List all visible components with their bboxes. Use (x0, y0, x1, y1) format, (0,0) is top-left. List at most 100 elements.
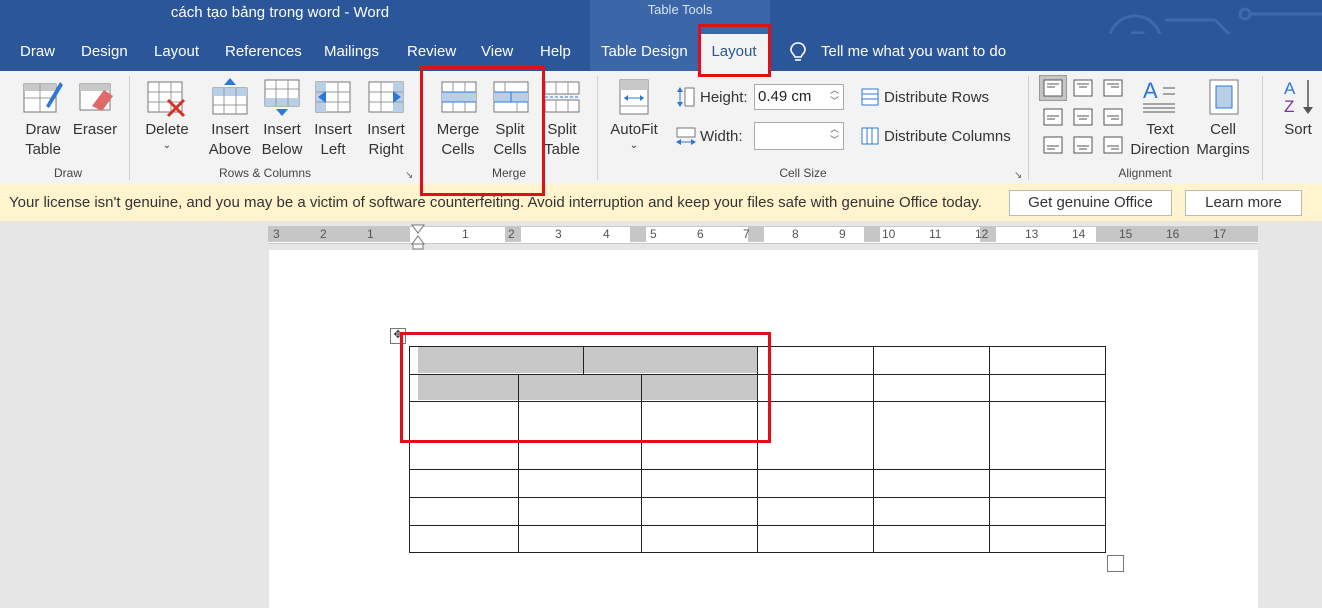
insert-right-button[interactable]: Insert Right (359, 120, 413, 160)
ruler-column-marker (748, 227, 764, 242)
svg-text:A: A (1143, 78, 1158, 103)
ruler-number: 2 (320, 227, 327, 241)
autofit-button[interactable]: AutoFit ⌄ (606, 120, 662, 152)
tab-help[interactable]: Help (540, 43, 571, 60)
tab-view[interactable]: View (481, 43, 513, 60)
separator (1262, 76, 1263, 180)
height-input[interactable]: 0.49 cm ︿ ﹀ (754, 84, 844, 110)
column-width-icon (676, 127, 696, 145)
insert-right-line2: Right (368, 141, 404, 158)
text-direction-line2: Direction (1130, 141, 1190, 158)
insert-below-button[interactable]: Insert Below (255, 120, 309, 160)
table-resize-handle[interactable] (1107, 555, 1124, 572)
insert-right-icon (368, 81, 404, 113)
ruler-number: 6 (697, 227, 704, 241)
tell-me-search[interactable]: Tell me what you want to do (821, 43, 1006, 60)
group-cell-size-label: Cell Size (779, 166, 827, 180)
highlight-merge-group (420, 66, 545, 196)
distribute-rows-button[interactable]: Distribute Rows (884, 88, 989, 108)
indent-marker-icon[interactable] (411, 224, 425, 250)
text-direction-line1: Text (1146, 121, 1174, 138)
eraser-icon (79, 83, 113, 111)
ruler-number: 3 (273, 227, 280, 241)
learn-more-button[interactable]: Learn more (1185, 190, 1302, 216)
ruler-number: 5 (650, 227, 657, 241)
tab-layout[interactable]: Layout (154, 43, 199, 60)
ruler-number: 13 (1025, 227, 1039, 241)
separator (129, 76, 130, 180)
dialog-launcher-icon[interactable]: ↘ (1014, 170, 1022, 181)
autofit-label: AutoFit (610, 121, 658, 138)
delete-button[interactable]: Delete ⌄ (140, 120, 194, 152)
insert-left-icon (315, 81, 351, 113)
text-direction-button[interactable]: Text Direction (1128, 120, 1192, 160)
ruler-number: 11 (929, 227, 942, 241)
width-input[interactable]: ︿ ﹀ (754, 122, 844, 150)
insert-left-line2: Left (320, 141, 346, 158)
ruler-number: 7 (743, 227, 750, 241)
insert-below-line2: Below (261, 141, 303, 158)
table-column-border (989, 346, 990, 553)
ruler-number: 8 (792, 227, 799, 241)
tab-mailings[interactable]: Mailings (324, 43, 379, 60)
insert-above-line1: Insert (211, 121, 249, 138)
delete-label: Delete (145, 121, 189, 138)
group-draw-label: Draw (53, 166, 82, 180)
split-table-icon (544, 81, 580, 113)
cell-margins-button[interactable]: Cell Margins (1194, 120, 1252, 160)
ruler-number: 12 (975, 227, 989, 241)
ruler-number: 1 (367, 227, 374, 241)
autofit-icon (619, 79, 649, 115)
height-spinner-icon[interactable]: ︿ ﹀ (830, 85, 839, 107)
ruler-margin-left (268, 227, 410, 242)
cell-margins-line2: Margins (1196, 141, 1250, 158)
height-value: 0.49 cm (758, 88, 812, 105)
width-spinner-icon[interactable]: ︿ ﹀ (830, 124, 839, 146)
dialog-launcher-icon[interactable]: ↘ (405, 170, 413, 181)
text-direction-icon: A (1143, 78, 1175, 113)
highlight-selected-cells (400, 332, 771, 443)
lightbulb-icon (790, 42, 806, 61)
table-column-border (1105, 346, 1106, 553)
tab-review[interactable]: Review (407, 43, 456, 60)
tab-design[interactable]: Design (81, 43, 128, 60)
ruler-column-marker (630, 227, 646, 242)
insert-below-line1: Insert (263, 121, 301, 138)
insert-above-icon (212, 78, 248, 115)
get-genuine-office-button[interactable]: Get genuine Office (1009, 190, 1172, 216)
insert-left-button[interactable]: Insert Left (306, 120, 360, 160)
chevron-down-icon: ⌄ (629, 140, 639, 151)
insert-left-line1: Insert (314, 121, 352, 138)
delete-table-icon (147, 81, 186, 118)
insert-right-line1: Insert (367, 121, 405, 138)
insert-below-icon (264, 79, 300, 116)
distribute-rows-icon (861, 88, 879, 106)
ruler-number: 17 (1213, 227, 1227, 241)
distribute-columns-button[interactable]: Distribute Columns (884, 127, 1011, 147)
height-label: Height: (700, 89, 748, 106)
draw-table-button[interactable]: Draw Table (18, 120, 68, 160)
group-rows-columns-label: Rows & Columns (218, 166, 312, 180)
table-column-border (873, 346, 874, 553)
eraser-button[interactable]: Eraser (70, 120, 120, 140)
table-tools-label: Table Tools (647, 2, 713, 17)
ruler-number: 3 (555, 227, 562, 241)
ruler-number: 16 (1166, 227, 1180, 241)
separator (1028, 76, 1029, 180)
license-warning-message: Your license isn't genuine, and you may … (9, 194, 982, 211)
ruler-number: 1 (462, 227, 469, 241)
ruler-number: 10 (882, 227, 896, 241)
draw-table-line1: Draw (25, 121, 61, 138)
chevron-down-icon: ⌄ (162, 140, 172, 151)
insert-above-button[interactable]: Insert Above (203, 120, 257, 160)
tab-references[interactable]: References (225, 43, 302, 60)
window-title: cách tạo bảng trong word - Word (170, 4, 390, 21)
insert-above-line2: Above (208, 141, 252, 158)
row-height-icon (677, 87, 695, 107)
sort-button[interactable]: Sort (1276, 120, 1320, 140)
ruler-number: 14 (1072, 227, 1086, 241)
ruler-number: 9 (839, 227, 846, 241)
width-label: Width: (700, 128, 743, 145)
tab-draw[interactable]: Draw (20, 43, 55, 60)
tab-table-design[interactable]: Table Design (601, 43, 688, 60)
